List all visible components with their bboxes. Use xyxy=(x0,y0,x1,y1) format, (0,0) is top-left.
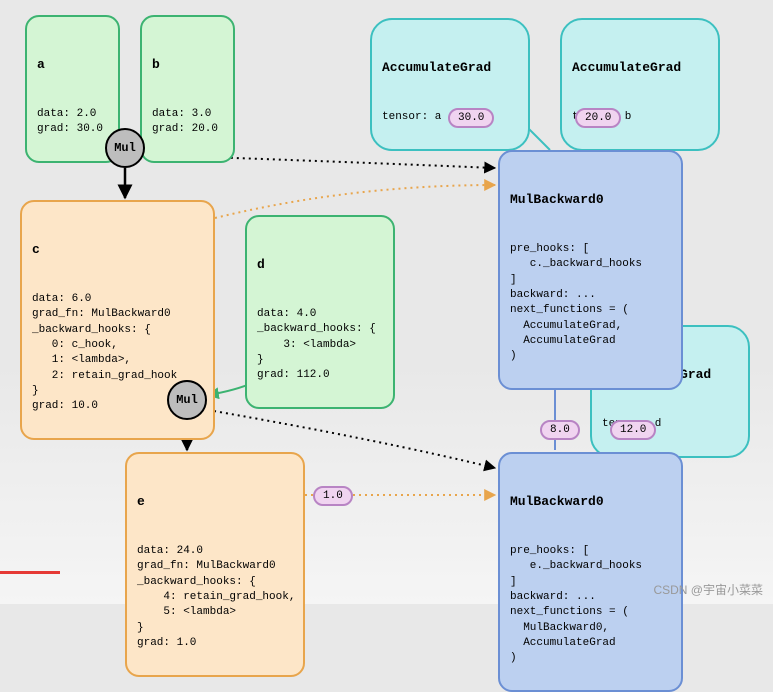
tensor-d-body: data: 4.0 _backward_hooks: { 3: <lambda>… xyxy=(257,307,383,384)
mul-op-2: Mul xyxy=(167,380,207,420)
grad-pill-8: 8.0 xyxy=(540,420,580,440)
mulbackward-2-node: MulBackward0 pre_hooks: [ e._backward_ho… xyxy=(498,452,683,692)
grad-pill-12: 12.0 xyxy=(610,420,656,440)
tensor-b-body: data: 3.0 grad: 20.0 xyxy=(152,107,223,138)
mulbackward-2-title: MulBackward0 xyxy=(510,493,671,511)
grad-pill-20: 20.0 xyxy=(575,108,621,128)
accgrad-a-title: AccumulateGrad xyxy=(382,59,518,77)
tensor-a-body: data: 2.0 grad: 30.0 xyxy=(37,107,108,138)
mulbackward-2-body: pre_hooks: [ e._backward_hooks ] backwar… xyxy=(510,544,671,667)
tensor-e-body: data: 24.0 grad_fn: MulBackward0 _backwa… xyxy=(137,544,293,652)
grad-pill-30: 30.0 xyxy=(448,108,494,128)
grad-pill-1: 1.0 xyxy=(313,486,353,506)
mulbackward-1-body: pre_hooks: [ c._backward_hooks ] backwar… xyxy=(510,242,671,365)
mul-op-1-label: Mul xyxy=(114,141,136,155)
tensor-b-node: b data: 3.0 grad: 20.0 xyxy=(140,15,235,163)
mulbackward-1-title: MulBackward0 xyxy=(510,191,671,209)
tensor-a-title: a xyxy=(37,56,108,74)
mul-op-1: Mul xyxy=(105,128,145,168)
accgrad-b-node: AccumulateGrad tensor: b xyxy=(560,18,720,151)
progress-bar xyxy=(0,571,60,574)
tensor-e-node: e data: 24.0 grad_fn: MulBackward0 _back… xyxy=(125,452,305,677)
tensor-d-node: d data: 4.0 _backward_hooks: { 3: <lambd… xyxy=(245,215,395,409)
accgrad-b-title: AccumulateGrad xyxy=(572,59,708,77)
mulbackward-1-node: MulBackward0 pre_hooks: [ c._backward_ho… xyxy=(498,150,683,390)
tensor-d-title: d xyxy=(257,256,383,274)
watermark: CSDN @宇宙小菜菜 xyxy=(653,581,763,598)
mul-op-2-label: Mul xyxy=(176,393,198,407)
tensor-c-title: c xyxy=(32,241,203,259)
tensor-b-title: b xyxy=(152,56,223,74)
tensor-e-title: e xyxy=(137,493,293,511)
accgrad-a-node: AccumulateGrad tensor: a xyxy=(370,18,530,151)
